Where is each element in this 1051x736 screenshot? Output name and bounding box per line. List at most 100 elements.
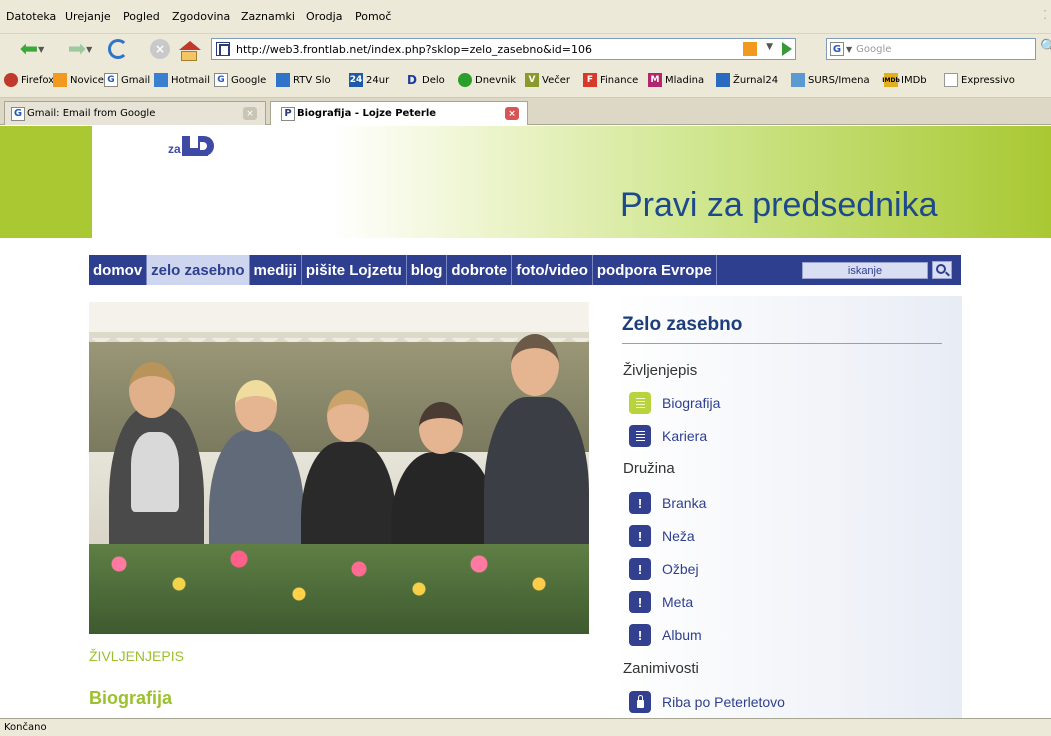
sidebar-item-meta[interactable]: ! Meta: [629, 591, 693, 613]
bookmark-label: Hotmail: [171, 74, 210, 86]
menu-pomoc[interactable]: Pomoč: [355, 10, 391, 23]
site-search-input[interactable]: iskanje: [802, 262, 928, 279]
nav-dobrote[interactable]: dobrote: [447, 255, 513, 285]
sidebar-item-kariera[interactable]: Kariera: [629, 425, 707, 447]
site-favicon-icon: [216, 42, 230, 56]
bookmark-firefox[interactable]: Firefox: [4, 73, 54, 87]
nav-domov[interactable]: domov: [89, 255, 148, 285]
bookmark-hotmail[interactable]: Hotmail: [154, 73, 210, 87]
bookmark-surs[interactable]: SURS/Imena: [791, 73, 870, 87]
search-placeholder[interactable]: Google: [856, 44, 891, 55]
engine-dropdown-icon[interactable]: ▼: [846, 45, 852, 54]
google-engine-icon[interactable]: G: [830, 42, 844, 56]
nav-mediji[interactable]: mediji: [250, 255, 302, 285]
bookmark-24ur[interactable]: 24 24ur: [349, 73, 389, 87]
exclamation-icon: !: [629, 624, 651, 646]
browser-statusbar: Končano: [0, 718, 1051, 736]
sidebar-item-album[interactable]: ! Album: [629, 624, 702, 646]
sidebar-item-ozbej[interactable]: ! Ožbej: [629, 558, 699, 580]
breadcrumb[interactable]: ŽIVLJENJEPIS: [89, 648, 184, 664]
bookmark-label: Žurnal24: [733, 74, 779, 86]
logo-mark-icon: [181, 136, 190, 156]
exclamation-icon: !: [629, 591, 651, 613]
bookmark-label: Večer: [542, 74, 570, 86]
home-button[interactable]: [176, 38, 204, 61]
site-tab-icon: P: [281, 106, 295, 121]
rss-feed-icon[interactable]: [743, 42, 757, 56]
bookmark-gmail[interactable]: G Gmail: [104, 73, 150, 87]
sidebar-item-riba[interactable]: Riba po Peterletovo: [629, 691, 785, 713]
bookmark-rtvslo[interactable]: RTV Slo: [276, 73, 331, 87]
menu-datoteka[interactable]: Datoteka: [6, 10, 56, 23]
address-url[interactable]: http://web3.frontlab.net/index.php?sklop…: [236, 43, 592, 56]
search-magnifier-icon[interactable]: 🔍: [1040, 39, 1051, 55]
close-tab-icon[interactable]: ×: [505, 107, 519, 120]
bookmark-label: RTV Slo: [293, 74, 331, 86]
site-search-button[interactable]: [932, 261, 952, 279]
sidebar-section-druzina: Družina: [623, 460, 675, 477]
reload-icon: [108, 39, 128, 59]
nav-podpora-evrope[interactable]: podpora Evrope: [593, 255, 717, 285]
home-icon: [179, 40, 201, 50]
24ur-icon: 24: [349, 73, 363, 87]
dnevnik-icon: [458, 73, 472, 87]
bookmark-novice[interactable]: Novice: [53, 73, 104, 87]
menu-orodja[interactable]: Orodja: [306, 10, 342, 23]
nav-zelo-zasebno[interactable]: zelo zasebno: [147, 255, 250, 285]
bookmark-mladina[interactable]: M Mladina: [648, 73, 704, 87]
menu-urejanje[interactable]: Urejanje: [65, 10, 111, 23]
bookmark-label: Gmail: [121, 74, 151, 86]
menu-zgodovina[interactable]: Zgodovina: [172, 10, 230, 23]
exclamation-icon: !: [629, 492, 651, 514]
back-button[interactable]: ⬅ ▼: [14, 37, 50, 62]
close-tab-icon[interactable]: ×: [243, 107, 257, 120]
bookmark-label: Finance: [600, 74, 639, 86]
tab-gmail[interactable]: G Gmail: Email from Google ×: [4, 101, 266, 125]
bookmark-label: Expressivo: [961, 74, 1015, 86]
menu-pogled[interactable]: Pogled: [123, 10, 160, 23]
go-button-icon[interactable]: [782, 42, 792, 56]
logo-mark-bowl: [197, 136, 214, 156]
bookmark-finance[interactable]: F Finance: [583, 73, 638, 87]
exclamation-icon: !: [629, 558, 651, 580]
bookmark-vecer[interactable]: V Večer: [525, 73, 570, 87]
address-bar[interactable]: http://web3.frontlab.net/index.php?sklop…: [211, 38, 796, 60]
sidebar-item-branka[interactable]: ! Branka: [629, 492, 706, 514]
sidebar-item-label: Kariera: [662, 428, 708, 444]
search-engine-box[interactable]: G ▼ Google: [826, 38, 1036, 60]
stop-button[interactable]: ×: [146, 38, 174, 60]
site-header: za Pravi za predsednika: [0, 126, 1051, 238]
vecer-icon: V: [525, 73, 539, 87]
browser-tabbar: G Gmail: Email from Google × P Biografij…: [0, 98, 1051, 125]
nav-blog[interactable]: blog: [407, 255, 448, 285]
tab-biografija[interactable]: P Biografija - Lojze Peterle ×: [270, 101, 528, 125]
bookmark-delo[interactable]: D Delo: [405, 73, 445, 87]
back-dropdown-icon[interactable]: ▼: [38, 45, 44, 54]
sidebar-item-label: Branka: [662, 495, 707, 511]
bookmark-imdb[interactable]: IMDb IMDb: [882, 73, 927, 87]
bookmark-label: Delo: [422, 74, 445, 86]
sidebar-item-label: Meta: [662, 594, 694, 610]
sidebar-item-label: Biografija: [662, 395, 721, 411]
bookmark-google[interactable]: G Google: [214, 73, 266, 87]
search-icon: [936, 264, 946, 274]
bookmark-label: Novice: [70, 74, 104, 86]
url-history-dropdown-icon[interactable]: ▼: [766, 42, 773, 52]
forward-arrow-icon: ➡: [67, 36, 87, 62]
menu-zaznamki[interactable]: Zaznamki: [241, 10, 295, 23]
bookmark-label: Dnevnik: [475, 74, 517, 86]
bookmark-expressivo[interactable]: Expressivo: [944, 73, 1015, 87]
forward-dropdown-icon[interactable]: ▼: [86, 45, 92, 54]
page-icon: [944, 73, 958, 87]
sidebar-item-neza[interactable]: ! Neža: [629, 525, 695, 547]
sidebar-item-biografija[interactable]: Biografija: [629, 392, 720, 414]
bookmark-dnevnik[interactable]: Dnevnik: [458, 73, 516, 87]
site-slogan: Pravi za predsednika: [620, 186, 938, 224]
forward-button[interactable]: ➡ ▼: [62, 36, 98, 62]
site-logo[interactable]: za: [168, 136, 214, 156]
reload-button[interactable]: [104, 38, 132, 60]
bookmark-zurnal24[interactable]: Žurnal24: [716, 73, 778, 87]
nav-foto-video[interactable]: foto/video: [512, 255, 593, 285]
sidebar-item-label: Album: [662, 627, 702, 643]
nav-pisite-lojzetu[interactable]: pišite Lojzetu: [302, 255, 407, 285]
